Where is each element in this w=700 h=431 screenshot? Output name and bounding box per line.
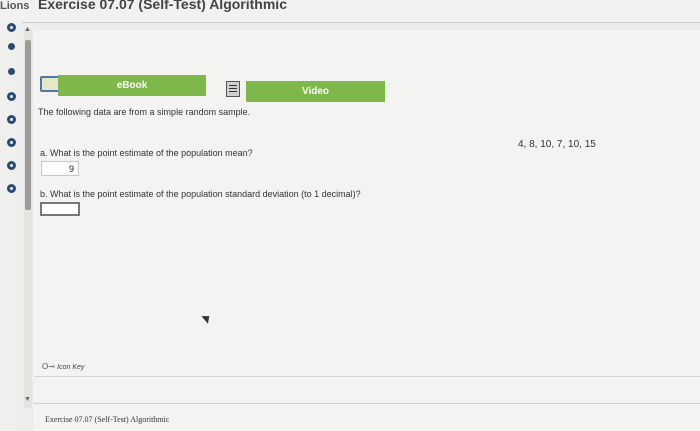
answer-b-input[interactable]	[40, 202, 80, 216]
status-dot[interactable]	[8, 93, 15, 100]
film-icon[interactable]	[226, 81, 240, 97]
ebook-button[interactable]: eBook	[58, 75, 206, 96]
video-button[interactable]: Video	[246, 81, 385, 102]
question-a-label: a. What is the point estimate of the pop…	[40, 148, 253, 158]
scroll-down-arrow-icon[interactable]: ▼	[24, 396, 31, 403]
page-title: Exercise 07.07 (Self-Test) Algorithmic	[38, 0, 287, 12]
book-icon[interactable]	[40, 76, 60, 92]
status-dot[interactable]	[8, 24, 15, 31]
icon-key-label: Icon Key	[57, 364, 85, 371]
status-dot[interactable]	[8, 139, 15, 146]
scroll-up-arrow-icon[interactable]: ▲	[24, 26, 31, 33]
question-status-column	[0, 22, 22, 431]
answer-a-input[interactable]	[41, 161, 79, 176]
key-icon: O⊸	[42, 362, 58, 371]
header-bar: Lions Exercise 07.07 (Self-Test) Algorit…	[0, 0, 700, 23]
status-dot[interactable]	[8, 68, 15, 75]
icon-key-link[interactable]: O⊸ Icon Key	[42, 362, 84, 371]
status-dot[interactable]	[8, 162, 15, 169]
status-dot[interactable]	[8, 116, 15, 123]
section-tab-label[interactable]: Lions	[0, 0, 30, 12]
divider	[34, 403, 700, 404]
scrollbar-thumb[interactable]	[25, 40, 31, 210]
divider	[34, 376, 700, 377]
footer-title: Exercise 07.07 (Self-Test) Algorithmic	[45, 415, 170, 424]
sample-data: 4, 8, 10, 7, 10, 15	[518, 139, 596, 150]
status-dot[interactable]	[8, 43, 15, 50]
question-b-label: b. What is the point estimate of the pop…	[40, 189, 361, 199]
problem-intro: The following data are from a simple ran…	[38, 107, 251, 117]
status-dot[interactable]	[8, 185, 15, 192]
